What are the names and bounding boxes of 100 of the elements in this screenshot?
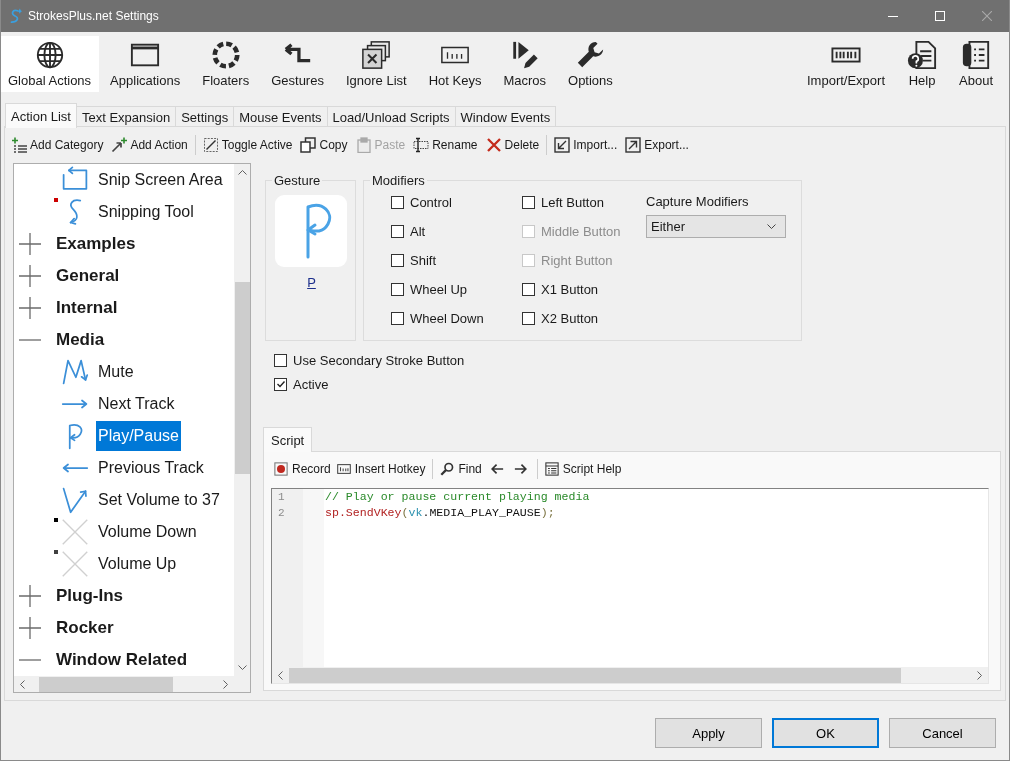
group-label: Modifiers [371, 173, 426, 188]
plus-icon[interactable] [19, 233, 41, 255]
checkbox[interactable] [391, 283, 404, 296]
tree-item[interactable]: Plug-Ins [54, 581, 126, 611]
dialog-button[interactable]: Apply [655, 718, 762, 748]
tree-item[interactable]: Window Related [54, 645, 190, 675]
horizontal-scrollbar[interactable] [14, 676, 234, 692]
checkbox[interactable] [391, 312, 404, 325]
toolbar-button[interactable]: Toggle Active [198, 134, 297, 156]
tree-item[interactable]: Volume Down [96, 517, 199, 547]
code-line: // Play or pause current playing media [325, 489, 590, 505]
tree-item[interactable]: Set Volume to 37 [96, 485, 222, 515]
checkbox[interactable] [522, 283, 535, 296]
toolbar-button[interactable]: Find [437, 458, 485, 480]
toolbar-button[interactable]: Help [896, 36, 948, 92]
tab[interactable]: Action List [5, 103, 77, 128]
list-window-icon [544, 462, 559, 476]
tree-item[interactable]: Media [54, 325, 107, 355]
chevron-right-icon[interactable] [977, 670, 982, 680]
checkbox-label: X1 Button [541, 282, 599, 297]
toolbar-button[interactable]: Hot Keys [417, 36, 493, 92]
tree-item[interactable]: Volume Up [96, 549, 179, 579]
toolbar-button[interactable]: Rename [409, 134, 482, 156]
toolbar-button[interactable]: Import... [550, 134, 622, 156]
maximize-icon[interactable] [935, 11, 945, 21]
toolbar-button[interactable]: Applications [99, 36, 192, 92]
tree-item[interactable]: Examples [54, 229, 138, 259]
checkbox-label: Left Button [541, 195, 604, 210]
tree-item[interactable]: Snipping Tool [96, 197, 196, 227]
right-arrow-icon[interactable] [513, 462, 528, 476]
dialog-button[interactable]: Cancel [889, 718, 996, 748]
plus-icon[interactable] [19, 585, 41, 607]
chevron-down-icon [767, 224, 776, 229]
checkbox[interactable] [274, 353, 287, 367]
tree-item[interactable]: Snip Screen Area [96, 165, 225, 195]
plus-icon[interactable] [19, 617, 41, 639]
toolbar-button[interactable]: Macros [492, 36, 557, 92]
key-box-icon [336, 462, 351, 476]
wrench-icon [575, 40, 606, 70]
toolbar-button[interactable]: Delete [481, 134, 544, 156]
minimize-icon[interactable] [888, 15, 898, 17]
tree-item[interactable]: Next Track [96, 389, 177, 419]
export-icon [625, 137, 642, 153]
checkbox-label: Wheel Down [410, 311, 484, 326]
toolbar-button[interactable]: Insert Hotkey [333, 458, 429, 480]
plus-icon[interactable] [19, 265, 41, 287]
code-line: sp.SendVKey(vk.MEDIA_PLAY_PAUSE); [325, 505, 555, 521]
checkbox[interactable] [522, 312, 535, 325]
toolbar-button[interactable]: Script Help [541, 458, 625, 480]
rename-icon [413, 137, 430, 153]
toolbar-button[interactable]: Add Action [107, 134, 192, 156]
vertical-scrollbar[interactable] [234, 164, 250, 676]
cross-icon [61, 550, 89, 578]
tree-item[interactable]: General [54, 261, 122, 291]
left-arrow-icon[interactable] [489, 462, 504, 476]
checkbox-label: Active [293, 376, 329, 392]
checkbox[interactable] [522, 196, 535, 209]
checkbox[interactable] [391, 196, 404, 209]
tree-item[interactable]: Rocker [54, 613, 116, 643]
dialog-button[interactable]: OK [772, 718, 879, 748]
p-stroke-icon [275, 195, 347, 267]
chevron-left-icon[interactable] [20, 679, 25, 689]
scrollbar-thumb[interactable] [234, 282, 250, 474]
code-editor[interactable]: 1 2 // Play or pause current playing media sp.SendVKey(vk.MEDIA_PLAY_PAUSE); [271, 488, 989, 684]
tree-item[interactable]: Internal [54, 293, 120, 323]
chevron-up-icon[interactable] [237, 170, 247, 175]
chevron-right-icon[interactable] [223, 679, 228, 689]
toolbar-button[interactable]: About [948, 36, 1004, 92]
record-icon [274, 462, 288, 476]
field-label: Capture Modifiers [646, 193, 750, 211]
chevron-down-icon[interactable] [237, 665, 247, 670]
v-stroke-icon [61, 486, 89, 514]
tab[interactable]: Script [263, 427, 313, 452]
tree-item[interactable]: Previous Track [96, 453, 206, 483]
chevron-left-icon[interactable] [278, 670, 283, 680]
capture-modifiers-dropdown[interactable]: Either [646, 215, 786, 238]
toolbar-button[interactable]: Add Category [7, 134, 108, 156]
m-stroke-icon [61, 358, 89, 386]
toolbar-button[interactable]: Global Actions [1, 36, 100, 92]
help-icon [907, 40, 937, 70]
toolbar-button[interactable]: Record [271, 458, 334, 480]
gesture-link[interactable]: P [307, 275, 316, 290]
toolbar-button[interactable]: Options [557, 36, 624, 92]
checkbox[interactable] [274, 377, 287, 391]
checkbox-label: Shift [410, 253, 436, 268]
tree-item[interactable]: Mute [96, 357, 136, 387]
toolbar-button[interactable]: Import/Export [796, 36, 896, 92]
toolbar-button[interactable]: Copy [296, 134, 352, 156]
toolbar-button[interactable]: Gestures [260, 36, 335, 92]
import-icon [554, 137, 571, 153]
scrollbar-thumb[interactable] [39, 676, 173, 692]
checkbox[interactable] [391, 225, 404, 238]
checkbox-label: Wheel Up [410, 282, 468, 297]
plus-icon[interactable] [19, 297, 41, 319]
checkbox[interactable] [391, 254, 404, 267]
toolbar-button[interactable]: Ignore List [334, 36, 418, 92]
cross-icon [61, 518, 89, 546]
tree-item[interactable]: Play/Pause [96, 421, 181, 451]
toolbar-button[interactable]: Floaters [191, 36, 261, 92]
toolbar-button[interactable]: Export... [621, 134, 693, 156]
